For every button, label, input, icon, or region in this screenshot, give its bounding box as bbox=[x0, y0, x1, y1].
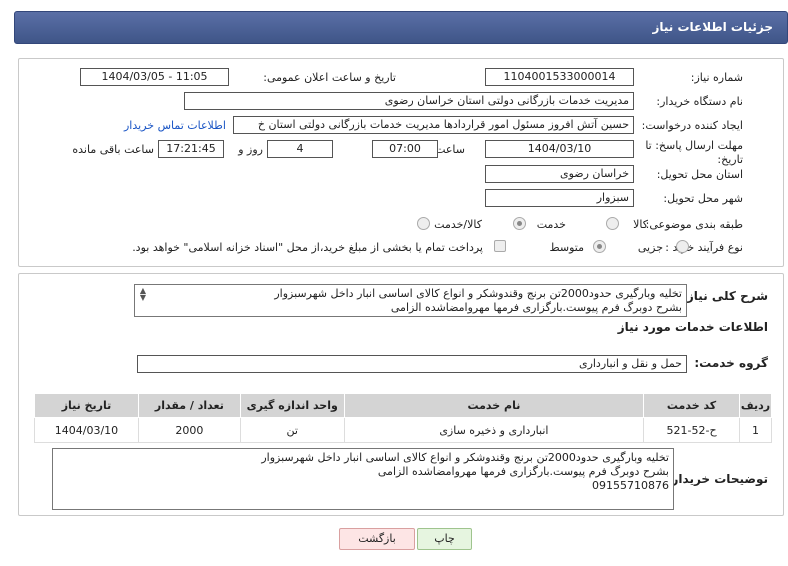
col-need-date: تاریخ نیاز bbox=[34, 393, 139, 418]
col-row: ردیف bbox=[739, 393, 772, 418]
cell-need-date: 1404/03/10 bbox=[34, 417, 139, 443]
service-group-field[interactable]: حمل و نقل و انبارداری bbox=[137, 355, 687, 373]
city-field[interactable]: سبزوار bbox=[485, 189, 634, 207]
buyer-org-field[interactable]: مدیریت خدمات بازرگانی دولتی استان خراسان… bbox=[184, 92, 634, 110]
summary-textarea[interactable]: تخلیه وبارگیری حدود2000تن برنج وقندوشکر … bbox=[134, 284, 687, 317]
cell-quantity: 2000 bbox=[137, 417, 241, 443]
time-label: ساعت bbox=[435, 143, 465, 156]
category-label: طبقه بندی موضوعی: bbox=[645, 218, 743, 231]
requester-label: ایجاد کننده درخواست: bbox=[641, 119, 743, 132]
services-table: ردیف کد خدمت نام خدمت واحد اندازه گیری ت… bbox=[34, 393, 772, 443]
page-title: جزئیات اطلاعات نیاز bbox=[652, 20, 773, 34]
province-field[interactable]: خراسان رضوی bbox=[485, 165, 634, 183]
notes-line-1: تخلیه وبارگیری حدود2000تن برنج وقندوشکر … bbox=[261, 451, 669, 464]
process-option-minor: جزیی bbox=[637, 241, 663, 254]
need-info-panel bbox=[18, 58, 784, 267]
col-quantity: تعداد / مقدار bbox=[137, 393, 241, 418]
category-option-goods: کالا bbox=[633, 218, 648, 231]
header-bar: جزئیات اطلاعات نیاز bbox=[14, 11, 788, 44]
announce-field[interactable]: 1404/03/05 - 11:05 bbox=[80, 68, 229, 86]
category-radio-goods[interactable] bbox=[606, 217, 619, 230]
print-button[interactable]: چاپ bbox=[417, 528, 472, 550]
summary-line-2: بشرح دوبرگ فرم پیوست.بارگزاری فرمها مهرو… bbox=[390, 301, 682, 314]
deadline-label-date: تاریخ: bbox=[717, 153, 743, 166]
col-service-code: کد خدمت bbox=[643, 393, 741, 418]
back-button[interactable]: بازگشت bbox=[339, 528, 415, 550]
contact-buyer-link[interactable]: اطلاعات تماس خریدار bbox=[124, 119, 226, 132]
deadline-time-field[interactable]: 07:00 bbox=[372, 140, 438, 158]
notes-line-2: بشرح دوبرگ فرم پیوست.بارگزاری فرمها مهرو… bbox=[377, 465, 669, 478]
days-field[interactable]: 4 bbox=[267, 140, 333, 158]
cell-service-name: انبارداری و ذخیره سازی bbox=[343, 417, 645, 443]
deadline-date-field[interactable]: 1404/03/10 bbox=[485, 140, 634, 158]
requester-field[interactable]: حسین آتش افروز مسئول امور قراردادها مدیر… bbox=[233, 116, 634, 134]
buyer-org-label: نام دستگاه خریدار: bbox=[656, 95, 743, 108]
remaining-label: ساعت باقی مانده bbox=[72, 143, 154, 156]
services-section-title: اطلاعات خدمات مورد نیاز bbox=[617, 320, 768, 334]
textarea-scroll-icon[interactable]: ▲ ▼ bbox=[138, 287, 148, 302]
payment-note: پرداخت تمام یا بخشی از مبلغ خرید،از محل … bbox=[132, 241, 483, 254]
remaining-time-field[interactable]: 17:21:45 bbox=[158, 140, 224, 158]
process-radio-medium[interactable] bbox=[593, 240, 606, 253]
announce-label: تاریخ و ساعت اعلان عمومی: bbox=[263, 71, 396, 84]
buyer-notes-textarea[interactable]: تخلیه وبارگیری حدود2000تن برنج وقندوشکر … bbox=[52, 448, 674, 510]
table-header-row: ردیف کد خدمت نام خدمت واحد اندازه گیری ت… bbox=[34, 393, 772, 418]
cell-service-code: ح-52-521 bbox=[643, 417, 741, 443]
category-radio-goods-service[interactable] bbox=[417, 217, 430, 230]
treasury-payment-checkbox[interactable] bbox=[494, 240, 506, 252]
city-label: شهر محل تحویل: bbox=[663, 192, 743, 205]
col-unit: واحد اندازه گیری bbox=[239, 393, 345, 418]
province-label: استان محل تحویل: bbox=[656, 168, 743, 181]
col-service-name: نام خدمت bbox=[343, 393, 645, 418]
need-number-field[interactable]: 1104001533000014 bbox=[485, 68, 634, 86]
table-row[interactable]: 1 ح-52-521 انبارداری و ذخیره سازی تن 200… bbox=[34, 417, 772, 443]
deadline-label: مهلت ارسال پاسخ: تا bbox=[645, 139, 743, 152]
summary-label: شرح کلی نیاز: bbox=[682, 289, 768, 303]
buyer-notes-label: توضیحات خریدار: bbox=[666, 472, 768, 486]
cell-row: 1 bbox=[739, 417, 772, 443]
process-option-medium: متوسط bbox=[549, 241, 584, 254]
notes-line-3: 09155710876 bbox=[592, 479, 669, 492]
process-radio-minor[interactable] bbox=[676, 240, 689, 253]
category-radio-service[interactable] bbox=[513, 217, 526, 230]
summary-line-1: تخلیه وبارگیری حدود2000تن برنج وقندوشکر … bbox=[274, 287, 682, 300]
days-label: روز و bbox=[238, 143, 263, 156]
category-option-goods-service: کالا/خدمت bbox=[434, 218, 482, 231]
need-number-label: شماره نیاز: bbox=[690, 71, 743, 84]
category-option-service: خدمت bbox=[536, 218, 566, 231]
service-group-label: گروه خدمت: bbox=[694, 356, 768, 370]
cell-unit: تن bbox=[239, 417, 345, 443]
